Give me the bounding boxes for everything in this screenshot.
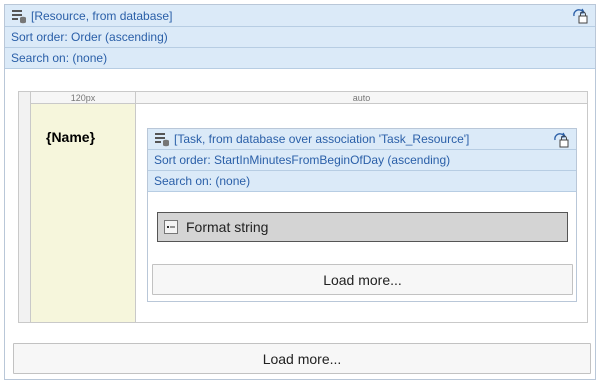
resource-search-on[interactable]: Search on: (none)	[5, 48, 595, 69]
task-sort-order[interactable]: Sort order: StartInMinutesFromBeginOfDay…	[148, 150, 576, 171]
format-string-label: Format string	[186, 219, 269, 235]
resource-datasource-header[interactable]: [Resource, from database]	[5, 5, 595, 27]
task-list-view[interactable]: [Task, from database over association 'T…	[147, 128, 577, 302]
lock-refresh-icon[interactable]	[552, 132, 570, 148]
format-string-icon	[164, 220, 178, 234]
resource-load-more-button[interactable]: Load more...	[13, 343, 591, 374]
format-string-widget[interactable]: Format string	[157, 212, 568, 242]
grid-column-header-a[interactable]: 120px	[31, 92, 136, 104]
grid-row-handle[interactable]	[19, 92, 31, 322]
resource-sort-label: Sort order: Order (ascending)	[11, 30, 168, 44]
resource-list-view[interactable]: [Resource, from database] Sort order: Or…	[4, 4, 596, 380]
task-search-label: Search on: (none)	[154, 174, 251, 188]
resource-search-label: Search on: (none)	[11, 51, 108, 65]
name-attribute-label[interactable]: {Name}	[46, 129, 95, 145]
lock-refresh-icon[interactable]	[571, 8, 589, 24]
task-datasource-title: [Task, from database over association 'T…	[174, 132, 470, 146]
layout-grid[interactable]: 120px auto {Name} [Task, from database o	[18, 91, 588, 323]
task-search-on[interactable]: Search on: (none)	[148, 171, 576, 192]
database-list-icon	[154, 131, 170, 147]
resource-sort-order[interactable]: Sort order: Order (ascending)	[5, 27, 595, 48]
resource-datasource-title: [Resource, from database]	[31, 8, 173, 23]
task-sort-label: Sort order: StartInMinutesFromBeginOfDay…	[154, 153, 451, 167]
grid-column-header-b[interactable]: auto	[136, 92, 587, 104]
task-datasource-header[interactable]: [Task, from database over association 'T…	[148, 129, 576, 150]
database-list-icon	[11, 8, 27, 24]
grid-cell-name[interactable]: {Name}	[31, 104, 136, 322]
task-load-more-button[interactable]: Load more...	[152, 264, 573, 295]
